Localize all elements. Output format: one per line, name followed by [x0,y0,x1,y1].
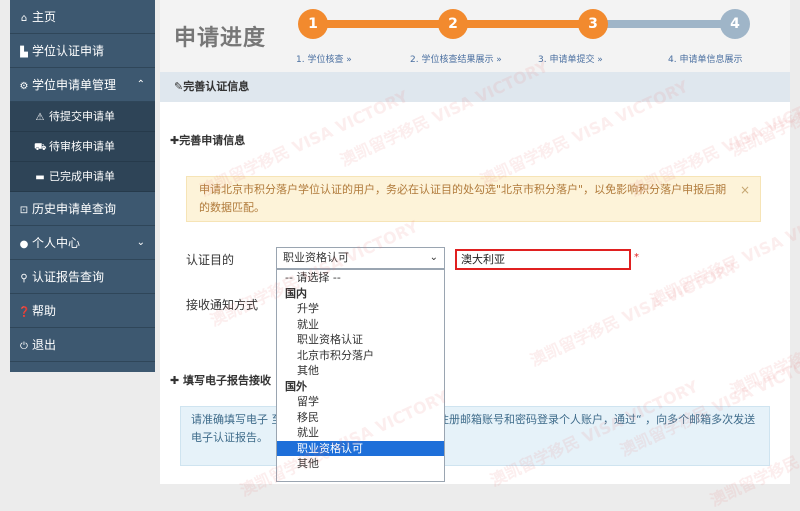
dropdown-group-label: 国内 [285,286,307,300]
sidebar-item-2[interactable]: ⚙ 学位申请单管理 ⌃ [10,68,155,102]
required-mark: * [634,252,639,263]
close-icon[interactable]: × [740,181,750,199]
cart-icon: ⛟ [34,142,47,153]
purpose-dropdown-list[interactable]: -- 请选择 -- 国内 升学 就业 职业资格认证 北京市积分落户 其他 国外 留学 移民 就业 职业… [276,269,445,482]
sidebar-item-label: 已完成申请单 [49,170,115,183]
dropdown-option[interactable]: -- 请选择 -- [277,270,444,286]
sidebar-item-label: 退出 [32,338,57,352]
sidebar-item-5[interactable]: ⚲ 认证报告查询 [10,260,155,294]
dropdown-option[interactable]: 北京市积分落户 [277,348,444,364]
step-3-label: 3. 申请单提交 » [538,55,603,65]
sidebar-item-label: 帮助 [32,304,57,318]
sidebar-subitem-1[interactable]: ⛟ 待审核申请单 [10,132,155,162]
warning-icon: ⚠ [35,112,45,123]
document-icon: ▙ [20,47,28,58]
dropdown-option[interactable]: 就业 [277,425,444,441]
search-icon: ⚲ [20,273,28,284]
progress-header: 申请进度 1 2 3 4 1. 学位核查 » 2. 学位核查结果展示 » 3. … [160,0,790,72]
step-1-node: 1 [298,9,328,39]
dropdown-option[interactable]: 就业 [277,317,444,333]
sidebar-item-label: 待提交申请单 [49,110,115,123]
dropdown-option[interactable]: 职业资格认证 [277,332,444,348]
purpose-select-value: 职业资格认可 [283,251,349,264]
history-icon: ⊡ [19,205,29,216]
sidebar-item-label: 主页 [32,10,57,24]
dropdown-option[interactable]: 升学 [277,301,444,317]
dropdown-option[interactable]: 职业资格认可 [277,440,444,456]
dropdown-option[interactable]: 其他 [277,456,444,472]
sidebar-item-3[interactable]: ⊡ 历史申请单查询 [10,192,155,226]
sidebar-item-label: 待审核申请单 [49,140,115,153]
chevron-down-icon: ⌄ [429,252,438,263]
info-notice: 请准确填写电子 至3个邮箱），后期如有需要，可凭注册邮箱账号和密码登录个人账户，… [180,406,770,466]
dropdown-group-label: 国外 [285,379,307,393]
purpose-label: 认证目的 [186,253,235,267]
gear-icon: ⚙ [19,81,29,92]
sidebar-item-label: 认证报告查询 [32,270,105,284]
step-2-node: 2 [438,9,468,39]
sidebar-item-1[interactable]: ▙ 学位认证申请 [10,34,155,68]
subsection-email-report: ✚ 填写电子报告接收 [170,374,272,387]
main-content: 申请进度 1 2 3 4 1. 学位核查 » 2. 学位核查结果展示 » 3. … [160,0,790,484]
notify-method-label: 接收通知方式 [186,298,259,312]
sidebar-item-label: 历史申请单查询 [32,202,117,216]
dropdown-option[interactable]: 留学 [277,394,444,410]
step-2-label: 2. 学位核查结果展示 » [410,55,502,65]
sidebar: ⌂ 主页 ▙ 学位认证申请 ⚙ 学位申请单管理 ⌃ ⚠ 待提交申请单 ⛟ 待审核申请单 ▬ 已完成申请单… [10,0,155,372]
sidebar-item-7[interactable]: ⏻ 退出 [10,328,155,362]
subsection-application-info: ✚完善申请信息 [170,134,246,147]
sidebar-item-label: 学位认证申请 [32,44,105,58]
sidebar-item-label: 个人中心 [32,236,81,250]
sidebar-subitem-2[interactable]: ▬ 已完成申请单 [10,162,155,192]
country-input[interactable]: 澳大利亚 [455,249,631,270]
chevron-down-icon: ⌄ [136,237,145,248]
sidebar-item-4[interactable]: ● 个人中心 ⌄ [10,226,155,260]
step-4-node: 4 [720,9,750,39]
sidebar-item-label: 学位申请单管理 [32,78,117,92]
dropdown-option[interactable]: 其他 [277,363,444,379]
page-title: 申请进度 [174,26,267,51]
sidebar-item-6[interactable]: ❓ 帮助 [10,294,155,328]
dropdown-option[interactable]: 移民 [277,410,444,426]
alert-notice: 申请北京市积分落户学位认证的用户，务必在认证目的处勾选"北京市积分落户"，以免影… [186,176,761,222]
section-header: ✎完善认证信息 [160,72,790,102]
step-4-label: 4. 申请单信息展示 [668,55,743,65]
sidebar-item-0[interactable]: ⌂ 主页 [10,0,155,34]
sidebar-subitem-0[interactable]: ⚠ 待提交申请单 [10,102,155,132]
home-icon: ⌂ [20,13,28,24]
chevron-up-icon: ⌃ [136,79,145,90]
step-1-label: 1. 学位核查 » [296,55,352,65]
power-icon: ⏻ [20,341,28,352]
alert-text: 申请北京市积分落户学位认证的用户，务必在认证目的处勾选"北京市积分落户"，以免影… [199,183,727,214]
help-icon: ❓ [18,307,31,318]
briefcase-icon: ▬ [35,172,45,183]
user-icon: ● [19,239,29,250]
step-3-node: 3 [578,9,608,39]
purpose-select[interactable]: 职业资格认可 ⌄ [276,247,445,269]
